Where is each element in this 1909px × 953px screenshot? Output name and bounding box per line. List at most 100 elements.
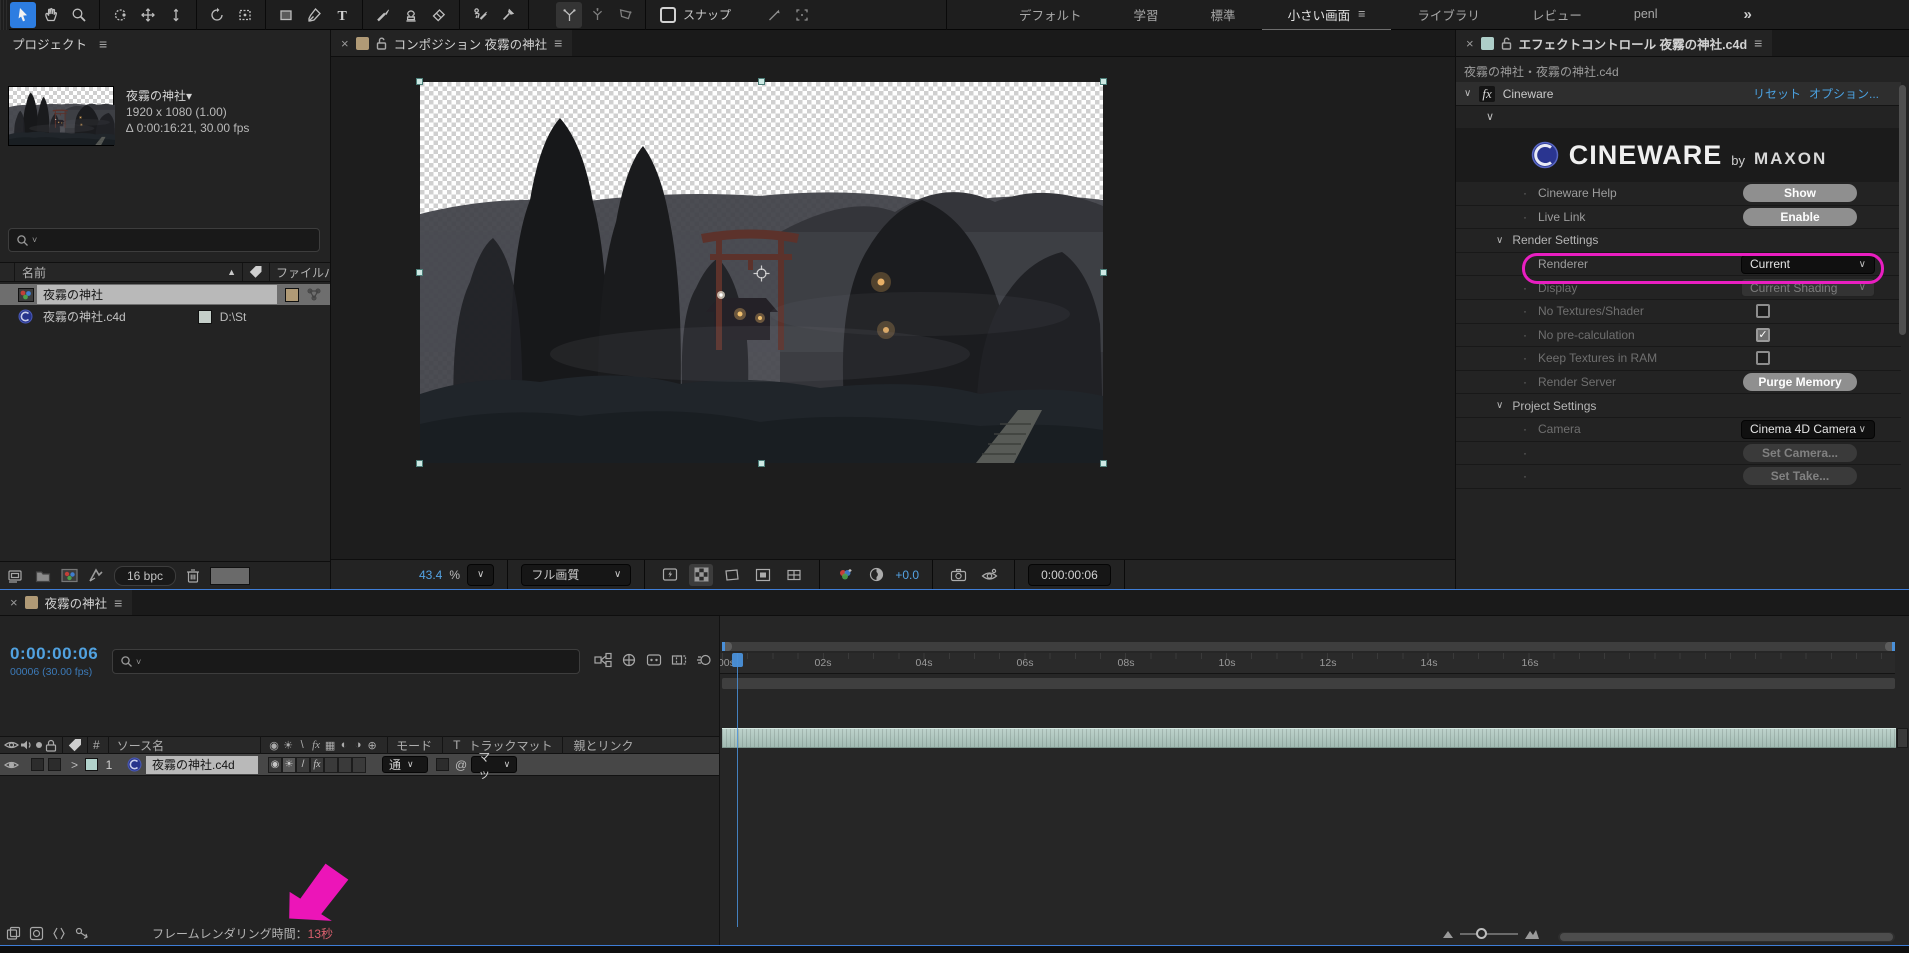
camera-tool-button[interactable]: [232, 2, 258, 28]
eraser-tool-button[interactable]: [426, 2, 452, 28]
exposure-icon[interactable]: [864, 564, 888, 586]
selection-handle-se[interactable]: [1100, 460, 1107, 467]
new-composition-icon[interactable]: [61, 568, 78, 583]
project-row-name[interactable]: 夜霧の神社.c4d: [37, 307, 132, 326]
selection-handle-ne[interactable]: [1100, 78, 1107, 85]
rotation-tool-button[interactable]: [204, 2, 230, 28]
workspace-learn[interactable]: 学習: [1108, 0, 1185, 31]
selection-handle-w[interactable]: [416, 269, 423, 276]
channel-rgb-icon[interactable]: [833, 564, 857, 586]
layer-switch-shy[interactable]: ◉: [268, 757, 282, 773]
pan-camera-tool-button[interactable]: [135, 2, 161, 28]
track-matte-dropdown[interactable]: マッ∨: [471, 756, 517, 773]
type-tool-button[interactable]: T: [329, 2, 355, 28]
grid-guides-icon[interactable]: [782, 564, 806, 586]
blend-mode-dropdown[interactable]: 通∨: [382, 756, 428, 773]
fx-badge-icon[interactable]: fx: [1479, 86, 1494, 102]
time-ruler[interactable]: 0:00s 02s 04s 06s 08s 10s 12s 14s 16s: [720, 653, 1895, 674]
search-chevron-icon[interactable]: ˅: [32, 235, 37, 245]
project-panel-header[interactable]: プロジェクト ≡: [0, 30, 330, 57]
line-arrow-icon[interactable]: [761, 2, 787, 28]
layer-visibility-toggle[interactable]: [4, 759, 19, 771]
roto-brush-tool-button[interactable]: [467, 2, 493, 28]
local-axis-mode-button[interactable]: [556, 2, 582, 28]
title-action-safe-icon[interactable]: [751, 564, 775, 586]
layer-row-1[interactable]: > 1 夜霧の神社.c4d ◉ ☀ / fx 通∨ @ マッ∨: [0, 754, 719, 776]
project-search-input[interactable]: ˅: [8, 228, 320, 252]
layer-anchor-point[interactable]: [753, 265, 770, 282]
layer-switch-collapse[interactable]: ☀: [282, 757, 296, 773]
zoom-in-mountain-icon[interactable]: [1524, 927, 1540, 941]
cineware-effect-header[interactable]: ∨ fx Cineware リセット オプション...: [1456, 82, 1901, 106]
selection-handle-nw[interactable]: [416, 78, 423, 85]
source-name-column[interactable]: ソース名: [117, 737, 164, 754]
workspace-library[interactable]: ライブラリ: [1391, 0, 1506, 31]
region-corners-icon[interactable]: [789, 2, 815, 28]
transform-pane-icon[interactable]: [74, 926, 90, 940]
snap-checkbox[interactable]: [660, 7, 676, 23]
render-queue-icon[interactable]: [6, 926, 21, 941]
show-snapshot-icon[interactable]: [977, 564, 1001, 586]
renderer-dropdown[interactable]: Current∨: [1741, 255, 1875, 274]
selection-handle-sw[interactable]: [416, 460, 423, 467]
workspace-paint[interactable]: penl: [1608, 1, 1684, 28]
panel-menu-icon[interactable]: ≡: [1754, 35, 1762, 51]
new-folder-icon[interactable]: [35, 569, 51, 583]
label-column-icon[interactable]: [249, 265, 263, 279]
close-tab-icon[interactable]: ×: [10, 595, 18, 610]
label-color-chip-tan[interactable]: [285, 288, 299, 302]
workspace-overflow-chevron[interactable]: »: [1744, 6, 1750, 23]
selection-handle-s[interactable]: [758, 460, 765, 467]
unlock-icon[interactable]: [376, 37, 387, 50]
zoom-tool-button[interactable]: [66, 2, 92, 28]
preserve-transparency-column[interactable]: T: [453, 738, 460, 752]
magnification-dropdown[interactable]: ∨: [467, 564, 494, 586]
timeline-tab[interactable]: × 夜霧の神社 ≡: [0, 590, 132, 615]
project-flowchart-icon[interactable]: [88, 568, 104, 583]
close-tab-icon[interactable]: ×: [341, 36, 349, 51]
layer-switch-empty[interactable]: [352, 757, 366, 773]
puppet-pin-tool-button[interactable]: [495, 2, 521, 28]
video-column-icon[interactable]: [4, 739, 19, 751]
panel-menu-icon[interactable]: ≡: [114, 595, 122, 611]
workspace-default[interactable]: デフォルト: [993, 0, 1108, 31]
brush-tool-button[interactable]: [370, 2, 396, 28]
switch-fx-icon[interactable]: fx: [309, 739, 323, 751]
project-row-c4d-footage[interactable]: 夜霧の神社.c4d D:\St: [0, 306, 330, 327]
section-row-project-settings[interactable]: ∨Project Settings: [1456, 394, 1901, 418]
project-item-name[interactable]: 夜霧の神社▾: [126, 88, 249, 104]
preview-time-display[interactable]: 0:00:00:06: [1028, 564, 1111, 586]
composition-viewer[interactable]: [331, 57, 1455, 559]
lock-column-icon[interactable]: [45, 739, 57, 752]
snapshot-camera-icon[interactable]: [946, 564, 970, 586]
world-axis-mode-button[interactable]: [584, 2, 610, 28]
section-chevron-icon[interactable]: ∨: [1496, 400, 1503, 411]
search-chevron-icon[interactable]: ˅: [136, 657, 141, 667]
shy-layers-icon[interactable]: [646, 652, 662, 668]
switch-3d-icon[interactable]: ⊕: [365, 739, 379, 752]
layer-expand-arrow[interactable]: >: [71, 758, 78, 772]
switch-motion-blur-icon[interactable]: ◐: [337, 739, 351, 751]
zoom-out-mountain-icon[interactable]: [1442, 928, 1454, 940]
layer-switch-empty[interactable]: [338, 757, 352, 773]
item-dropdown-icon[interactable]: ▾: [186, 89, 192, 103]
unlock-icon[interactable]: [1501, 37, 1512, 50]
orbit-camera-tool-button[interactable]: [107, 2, 133, 28]
comp-mini-flow-icon[interactable]: [29, 926, 44, 941]
layer-switch-quality[interactable]: /: [296, 757, 310, 773]
draft-3d-icon[interactable]: [621, 652, 637, 668]
selection-tool-button[interactable]: [10, 2, 36, 28]
solo-column-icon[interactable]: [33, 739, 45, 751]
no-textures-checkbox[interactable]: [1756, 304, 1770, 318]
switch-collapse-icon[interactable]: ☀: [281, 739, 295, 752]
composition-tab[interactable]: × コンポジション 夜霧の神社 ≡: [331, 30, 572, 56]
collapse-chevron-icon[interactable]: ∨: [1464, 88, 1471, 99]
zoom-value[interactable]: 43.4: [419, 568, 442, 582]
snap-control[interactable]: スナップ: [660, 6, 731, 23]
layer-duration-bar[interactable]: [722, 728, 1896, 748]
effect-controls-tab[interactable]: × エフェクトコントロール 夜霧の神社.c4d ≡: [1456, 30, 1772, 56]
fast-preview-icon[interactable]: [658, 564, 682, 586]
layer-switch-empty[interactable]: [324, 757, 338, 773]
layer-audio-toggle[interactable]: [31, 758, 44, 771]
current-time-display[interactable]: 0:00:00:06: [10, 644, 98, 664]
